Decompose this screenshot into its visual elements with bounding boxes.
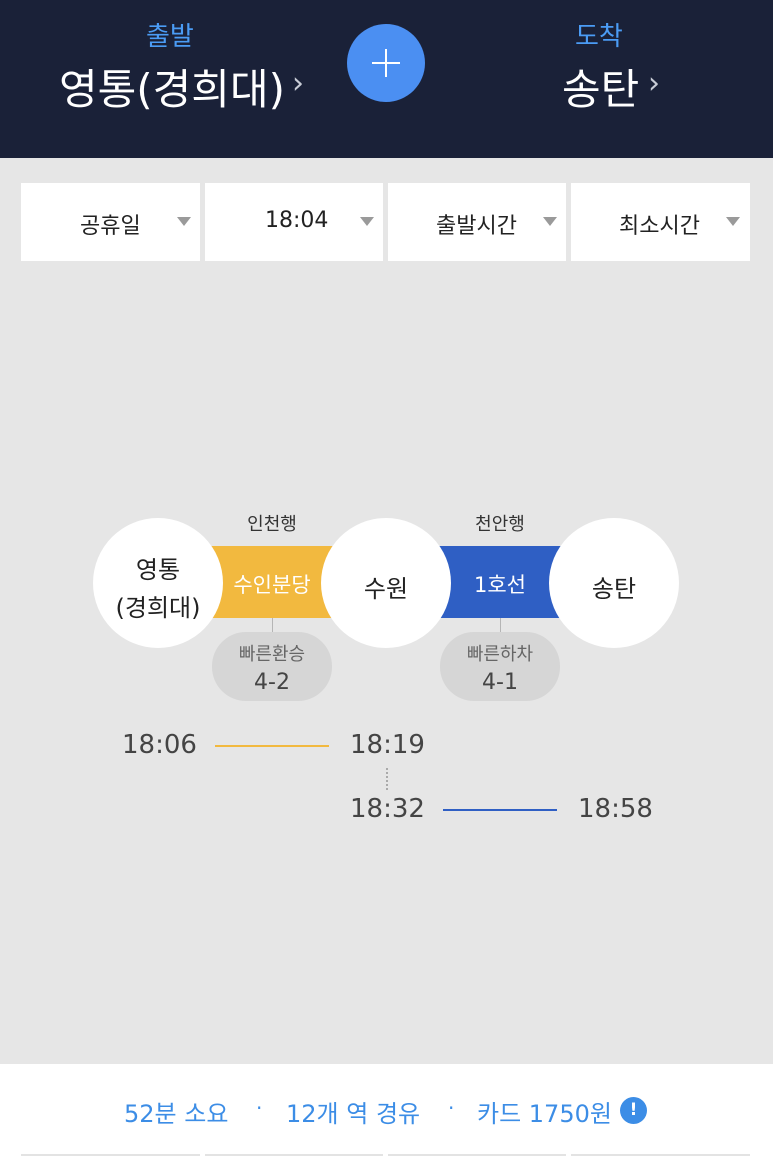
station-start-name: 영통 [135, 556, 181, 584]
segment1-line-name: 수인분당 [233, 573, 311, 597]
tab-divider [388, 1154, 566, 1156]
segment1-time-line [215, 745, 329, 747]
segment2-depart-time: 18:32 [350, 794, 425, 824]
departure-label: 출발 [146, 22, 194, 52]
fare: 카드 1750원 [477, 1100, 612, 1128]
day-type-value: 공휴일 [80, 214, 141, 239]
quick-exit-car: 4-1 [482, 670, 518, 695]
stations-passed: 12개 역 경유 [286, 1100, 421, 1128]
dropdown-caret-icon [177, 217, 191, 226]
summary-separator: · [448, 1096, 455, 1120]
departure-station[interactable]: 영통(경희대) [59, 56, 285, 117]
station-end-name: 송탄 [591, 575, 637, 603]
time-basis-select[interactable]: 출발시간 [388, 183, 566, 261]
sort-value: 최소시간 [619, 214, 700, 239]
departure-chevron-icon[interactable]: › [292, 66, 304, 101]
tab-divider [571, 1154, 750, 1156]
quick-transfer-title: 빠른환승 [238, 644, 306, 665]
time-value: 18:04 [265, 208, 329, 233]
quick-transfer-car: 4-2 [254, 670, 290, 695]
add-waypoint-button[interactable] [347, 24, 425, 102]
tab-divider [205, 1154, 383, 1156]
arrival-chevron-icon[interactable]: › [648, 66, 660, 101]
arrival-station[interactable]: 송탄 [562, 56, 639, 117]
summary-separator: · [256, 1096, 263, 1120]
segment1-depart-time: 18:06 [122, 730, 197, 760]
station-transfer-name: 수원 [363, 575, 409, 603]
dropdown-caret-icon [360, 217, 374, 226]
segment2-time-line [443, 809, 557, 811]
station-start-subname: (경희대) [115, 594, 201, 622]
segment2-arrive-time: 18:58 [578, 794, 653, 824]
dropdown-caret-icon [726, 217, 740, 226]
segment2-direction: 천안행 [475, 514, 525, 535]
transfer-wait-line [386, 768, 388, 790]
sort-select[interactable]: 최소시간 [571, 183, 750, 261]
tab-divider [21, 1154, 200, 1156]
dropdown-caret-icon [543, 217, 557, 226]
plus-icon-vertical [385, 49, 387, 77]
segment1-arrive-time: 18:19 [350, 730, 425, 760]
travel-duration: 52분 소요 [124, 1100, 229, 1128]
time-basis-value: 출발시간 [436, 214, 517, 239]
segment2-line-name: 1호선 [473, 573, 526, 597]
segment1-direction: 인천행 [247, 514, 297, 535]
day-type-select[interactable]: 공휴일 [21, 183, 200, 261]
arrival-label: 도착 [575, 22, 623, 52]
time-select[interactable]: 18:04 [205, 183, 383, 261]
fare-info-icon[interactable]: ! [620, 1097, 647, 1124]
quick-exit-title: 빠른하차 [466, 644, 534, 665]
